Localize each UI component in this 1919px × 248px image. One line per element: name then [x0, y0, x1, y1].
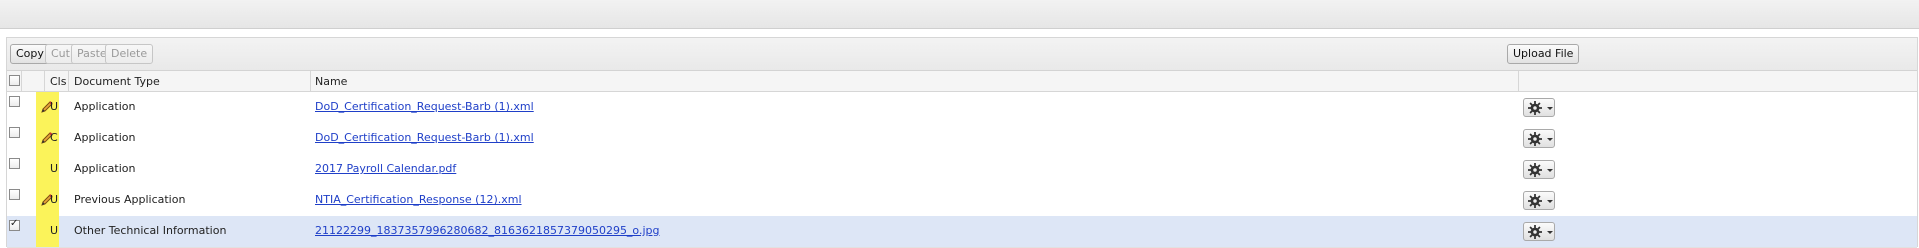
delete-button[interactable]: Delete: [105, 44, 154, 64]
chevron-down-icon: [1547, 200, 1553, 203]
documents-panel: Copy Cut Paste Delete Upload File Cls Do…: [6, 37, 1918, 248]
row-checkbox[interactable]: [9, 127, 20, 138]
row-actions-button[interactable]: [1523, 222, 1555, 241]
header-cls-cell: Cls: [45, 71, 69, 91]
row-checkbox[interactable]: [9, 218, 20, 231]
chevron-down-icon: [1547, 138, 1553, 141]
header-edit-cell: [22, 71, 45, 91]
table-row[interactable]: U Previous Application NTIA_Certification_…: [7, 185, 1917, 217]
row-document-type: Application: [74, 162, 136, 175]
row-document-type: Application: [74, 131, 136, 144]
table-row[interactable]: U Application DoD_Certification_Request-Ba…: [7, 92, 1917, 124]
row-actions-button[interactable]: [1523, 160, 1555, 179]
table-row[interactable]: C Application DoD_Certification_Request-Ba…: [7, 123, 1917, 155]
table-header: Cls Document Type Name: [7, 71, 1917, 92]
column-header-document-type[interactable]: Document Type: [74, 75, 160, 88]
upload-file-button[interactable]: Upload File: [1507, 44, 1580, 64]
row-cls: U: [50, 100, 59, 113]
row-cls: U: [50, 193, 59, 206]
row-actions-button[interactable]: [1523, 129, 1555, 148]
toolbar: Copy Cut Paste Delete Upload File: [7, 38, 1917, 71]
row-checkbox[interactable]: [9, 189, 20, 200]
column-header-name[interactable]: Name: [315, 75, 347, 88]
row-checkbox[interactable]: [9, 96, 20, 107]
row-document-type: Application: [74, 100, 136, 113]
chevron-down-icon: [1547, 107, 1553, 110]
table-row[interactable]: U Application 2017 Payroll Calendar.pdf: [7, 154, 1917, 186]
row-checkbox[interactable]: [9, 158, 20, 169]
row-file-link[interactable]: DoD_Certification_Request-Barb (1).xml: [315, 100, 534, 113]
gear-icon: [1528, 225, 1542, 239]
row-actions-button[interactable]: [1523, 98, 1555, 117]
top-band: [0, 0, 1919, 29]
gear-icon: [1528, 163, 1542, 177]
header-doctype-cell: Document Type: [69, 71, 311, 91]
row-document-type: Other Technical Information: [74, 224, 227, 237]
row-file-link[interactable]: NTIA_Certification_Response (12).xml: [315, 193, 522, 206]
row-file-link[interactable]: 2017 Payroll Calendar.pdf: [315, 162, 456, 175]
row-document-type: Previous Application: [74, 193, 186, 206]
chevron-down-icon: [1547, 231, 1553, 234]
row-file-link[interactable]: DoD_Certification_Request-Barb (1).xml: [315, 131, 534, 144]
header-select-cell: [7, 71, 22, 91]
copy-button[interactable]: Copy: [10, 44, 50, 64]
gear-icon: [1528, 101, 1542, 115]
header-name-cell: Name: [311, 71, 1519, 91]
column-header-cls[interactable]: Cls: [50, 75, 66, 88]
chevron-down-icon: [1547, 169, 1553, 172]
select-all-checkbox[interactable]: [9, 75, 20, 86]
row-file-link[interactable]: 21122299_1837357996280682_81636218573790…: [315, 224, 660, 237]
row-actions-button[interactable]: [1523, 191, 1555, 210]
gear-icon: [1528, 194, 1542, 208]
row-cls: U: [50, 162, 59, 175]
gear-icon: [1528, 132, 1542, 146]
row-cls: C: [50, 131, 58, 144]
table-row[interactable]: U Other Technical Information 21122299_183…: [7, 216, 1917, 248]
row-cls: U: [50, 224, 59, 237]
